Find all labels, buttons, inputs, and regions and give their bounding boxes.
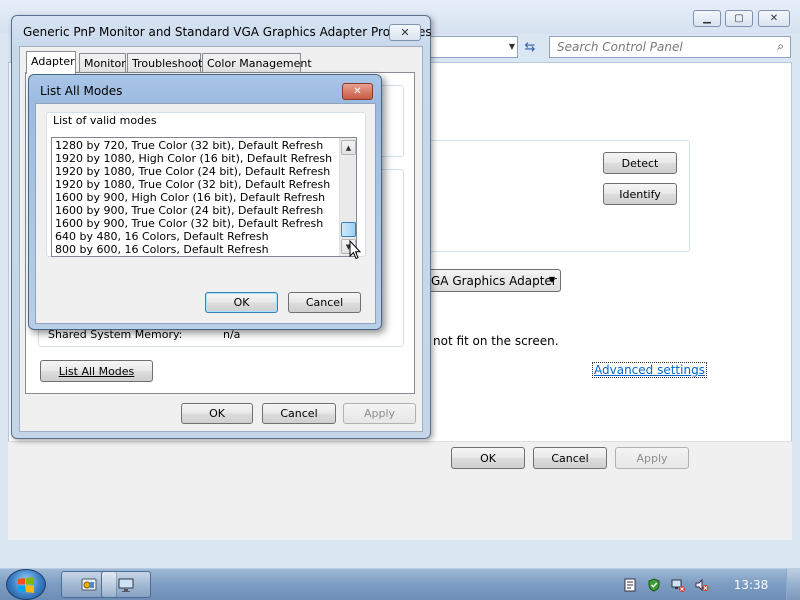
advanced-settings-link[interactable]: Advanced settings [592,362,707,378]
list-item[interactable]: 1920 by 1080, High Color (16 bit), Defau… [55,152,332,165]
identify-button[interactable]: Identify [603,183,677,205]
cancel-button[interactable]: Cancel [533,447,607,469]
list-item[interactable]: 1600 by 900, True Color (32 bit), Defaul… [55,217,323,230]
close-icon: ✕ [769,13,779,24]
scrollbar-thumb[interactable] [341,222,356,237]
chevron-down-icon: ▼ [548,275,555,284]
list-all-modes-button[interactable]: List All Modes [40,360,153,382]
scroll-up-icon[interactable]: ▲ [341,140,356,155]
vertical-scrollbar[interactable]: ▲ ▼ [339,138,356,256]
search-input[interactable]: Search Control Panel ⌕ [549,36,791,58]
dialog-title: Generic PnP Monitor and Standard VGA Gra… [23,25,432,39]
control-panel-icon [81,578,97,590]
close-icon: ✕ [400,26,410,39]
windows-logo-icon [18,576,34,593]
monitor-icon [118,578,134,592]
apply-button: Apply [343,403,416,424]
window-bottom-frame [8,540,792,568]
tab-monitor[interactable]: Monitor [79,53,126,73]
list-item[interactable]: 1920 by 1080, True Color (32 bit), Defau… [55,178,330,191]
security-shield-icon[interactable] [647,578,661,592]
fit-warning-text: not fit on the screen. [433,334,559,348]
list-item[interactable]: 1600 by 900, True Color (24 bit), Defaul… [55,204,323,217]
close-icon: ✕ [353,86,362,97]
apply-button: Apply [615,447,689,469]
list-item[interactable]: 1280 by 720, True Color (32 bit), Defaul… [55,139,323,152]
minimize-button[interactable]: ▁ [693,10,721,27]
address-bar[interactable]: ▼ [430,36,518,58]
mouse-pointer-icon [349,240,361,260]
cancel-button[interactable]: Cancel [262,403,336,424]
minimize-icon: ▁ [703,13,711,24]
modes-listbox[interactable]: 1280 by 720, True Color (32 bit), Defaul… [51,137,357,257]
volume-muted-icon[interactable] [695,578,709,592]
valid-modes-label: List of valid modes [52,114,158,127]
dialog-title: List All Modes [40,84,123,98]
maximize-button[interactable]: ▢ [725,10,753,27]
maximize-icon: ▢ [734,13,744,24]
display-select-value: GA Graphics Adapter [431,274,557,288]
chevron-down-icon[interactable]: ▼ [509,42,515,51]
show-desktop-button[interactable] [786,569,800,600]
close-window-button[interactable]: ✕ [758,10,790,27]
tab-color-management[interactable]: Color Management [202,53,312,73]
refresh-icon[interactable]: ⇆ [521,38,539,56]
search-placeholder: Search Control Panel [557,40,683,54]
cancel-button[interactable]: Cancel [288,292,361,313]
list-item[interactable]: 640 by 480, 16 Colors, Default Refresh [55,230,269,243]
display-select[interactable]: GA Graphics Adapter ▼ [428,269,561,292]
list-all-modes-label: List All Modes [58,364,135,378]
network-icon[interactable] [671,578,685,592]
ok-button[interactable]: OK [451,447,525,469]
ok-button[interactable]: OK [181,403,253,424]
taskbar-clock[interactable]: 13:38 [726,578,776,592]
tab-troubleshoot[interactable]: Troubleshoot [127,53,202,73]
ok-button[interactable]: OK [205,292,278,313]
list-item[interactable]: 1920 by 1080, True Color (24 bit), Defau… [55,165,330,178]
tab-adapter[interactable]: Adapter [26,51,76,74]
detect-button[interactable]: Detect [603,152,677,174]
start-button[interactable] [6,569,46,600]
action-center-icon[interactable] [623,578,637,592]
close-dialog-button[interactable]: ✕ [389,24,421,41]
taskbar-app-display-properties[interactable] [101,571,151,598]
search-icon[interactable]: ⌕ [777,39,784,54]
list-item[interactable]: 800 by 600, 16 Colors, Default Refresh [55,243,269,256]
close-dialog-button[interactable]: ✕ [342,83,373,100]
list-item[interactable]: 1600 by 900, High Color (16 bit), Defaul… [55,191,325,204]
